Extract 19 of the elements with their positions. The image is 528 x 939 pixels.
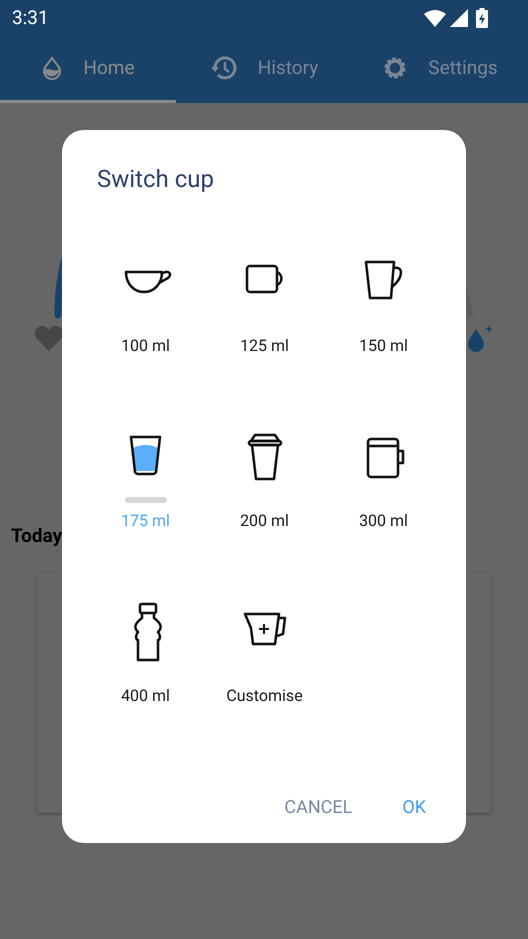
cup-option[interactable]: 100 ml	[86, 250, 205, 356]
status-time: 3:31	[12, 4, 49, 31]
wifi-icon	[424, 9, 446, 27]
cup-option[interactable]: Customise	[205, 600, 324, 706]
cup-option[interactable]: 400 ml	[86, 600, 205, 706]
cup-option[interactable]: 150 ml	[324, 250, 443, 356]
signal-icon	[450, 9, 468, 27]
cup-option[interactable]: 200 ml	[205, 425, 324, 531]
heart-icon	[34, 323, 64, 353]
gear-icon	[382, 55, 408, 81]
cup-option[interactable]: 300 ml	[324, 425, 443, 531]
selection-shadow	[124, 497, 166, 503]
cup-option[interactable]: 125 ml	[205, 250, 324, 356]
water-drop-icon	[41, 56, 64, 80]
dialog-button[interactable]: CANCEL	[274, 787, 362, 827]
dialog-title: Switch cup	[97, 164, 215, 194]
history-icon	[210, 55, 238, 81]
today-heading: Today	[10, 523, 64, 549]
battery-icon	[476, 8, 488, 28]
